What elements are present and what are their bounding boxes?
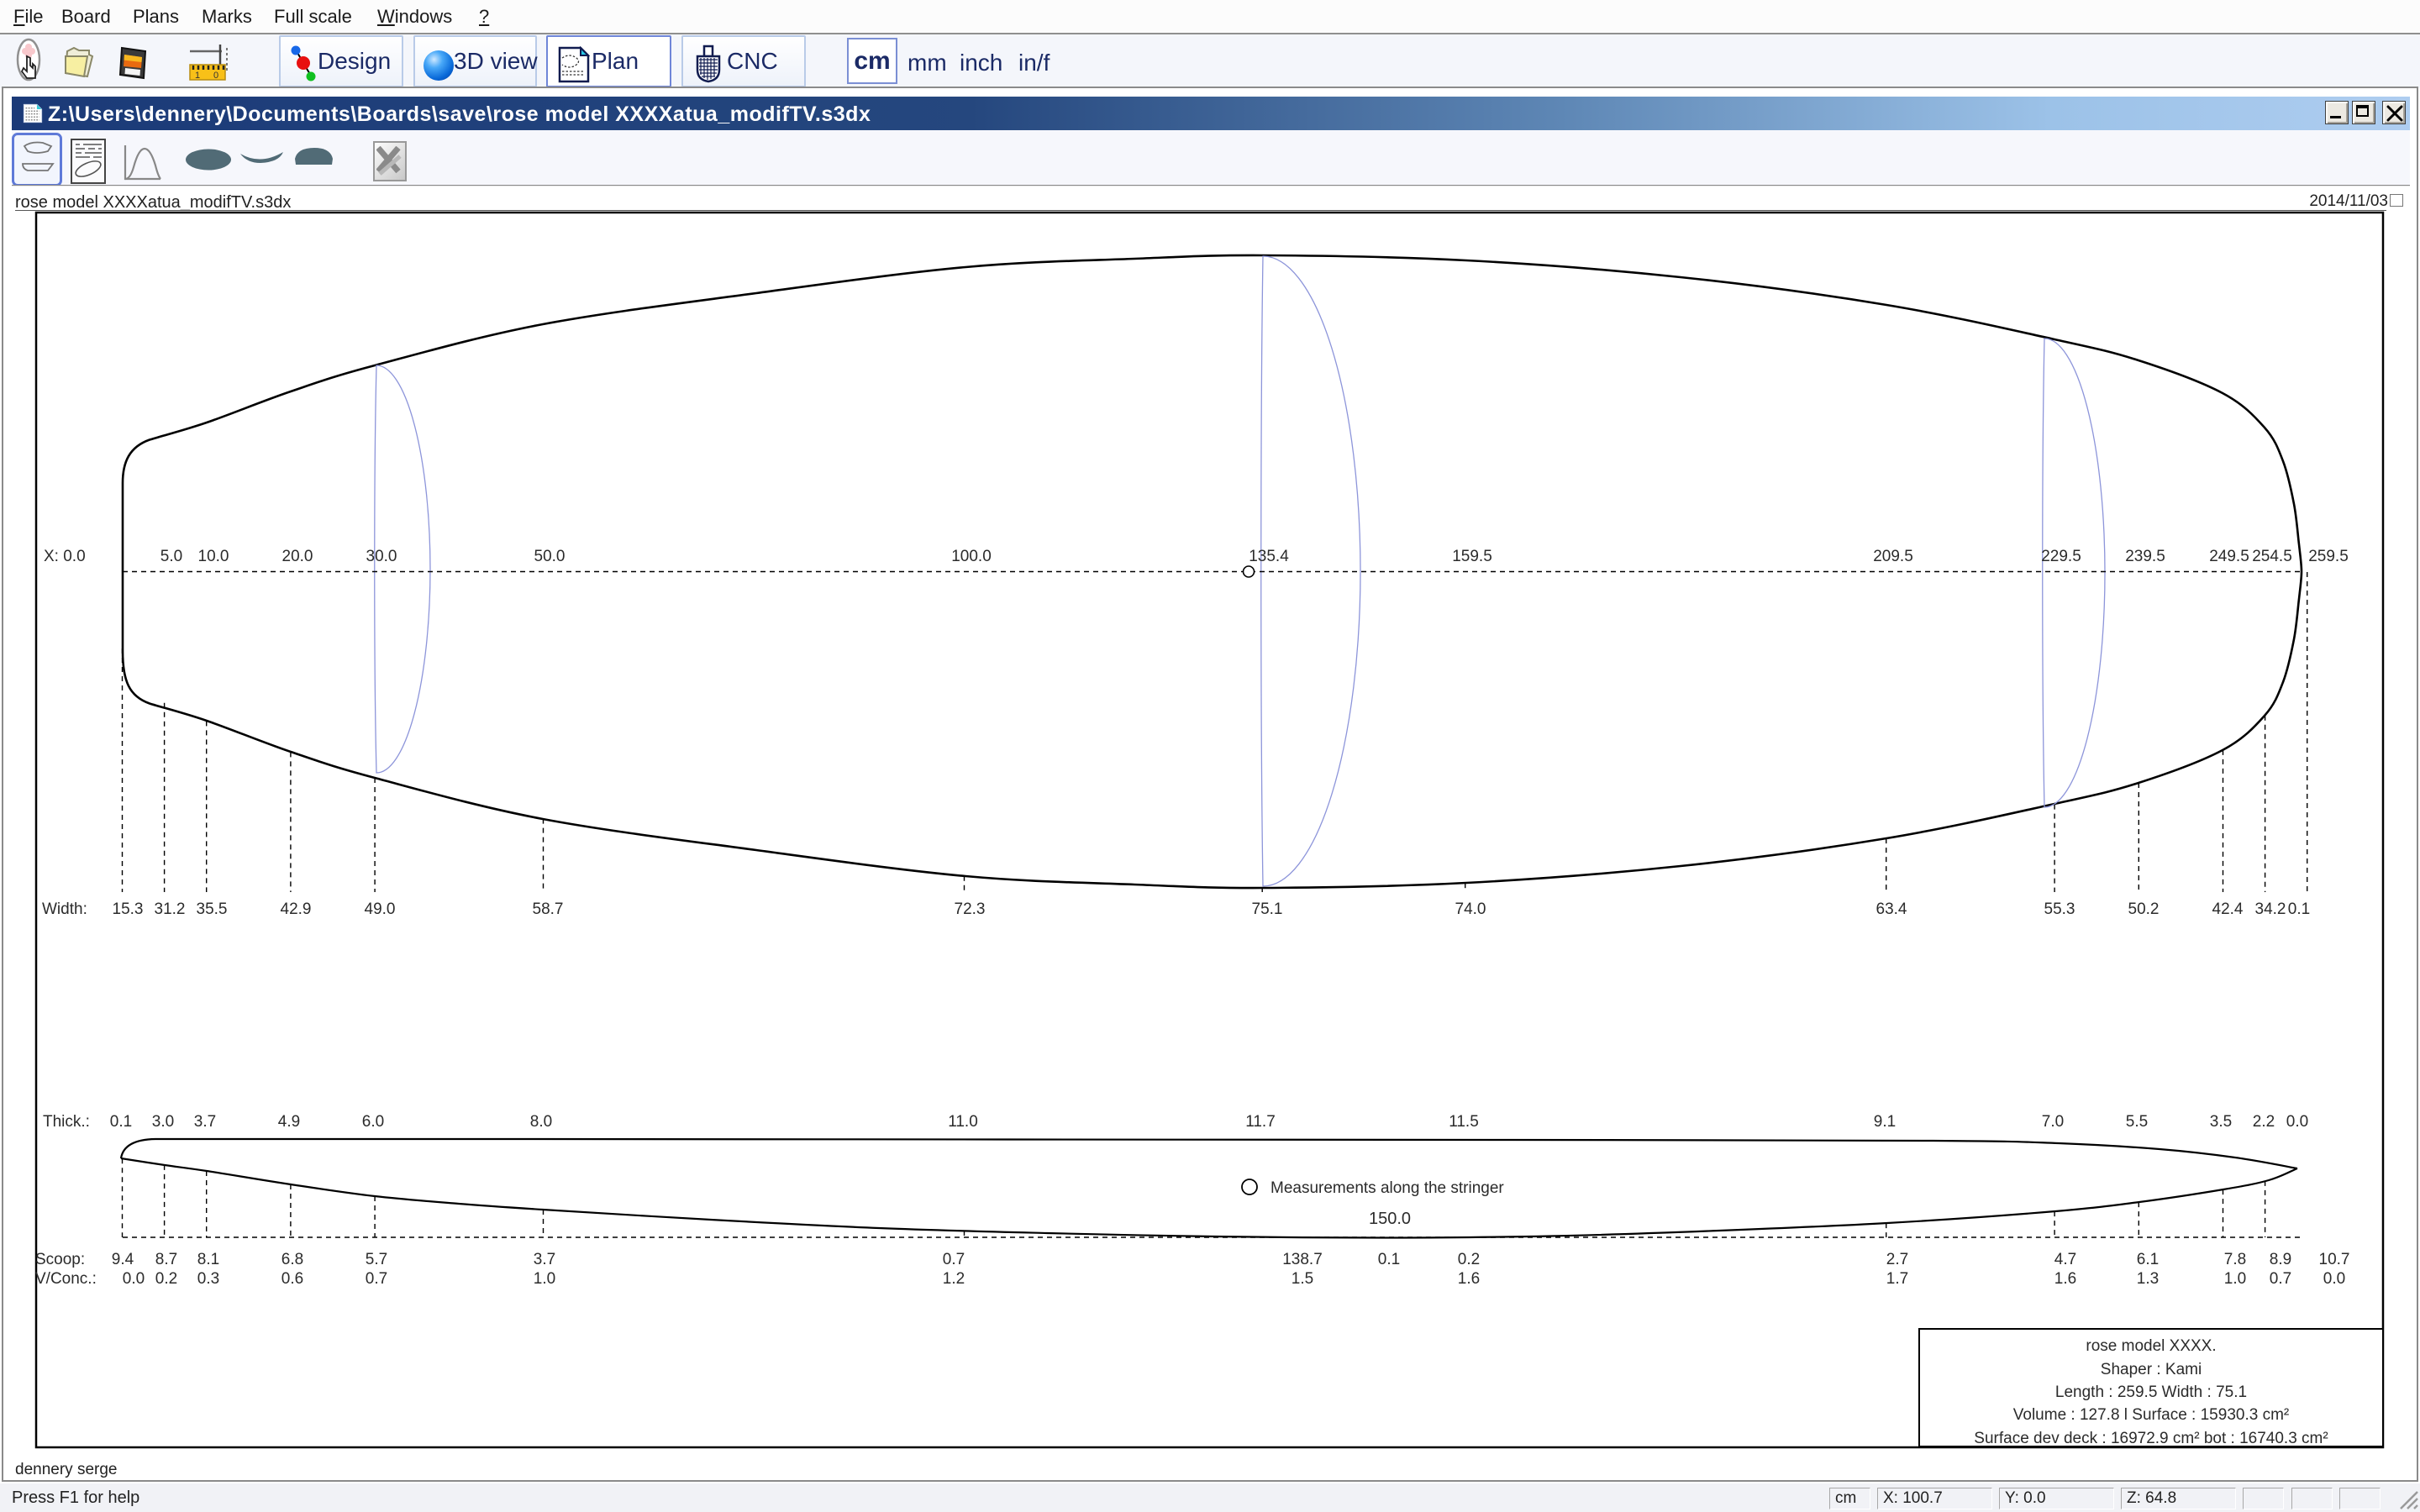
svg-text:1.6: 1.6	[2054, 1270, 2076, 1288]
svg-text:Width:: Width:	[42, 900, 87, 918]
svg-text:7.8: 7.8	[2224, 1251, 2246, 1268]
svg-text:138.7: 138.7	[1282, 1251, 1323, 1268]
svg-text:0.2: 0.2	[1458, 1251, 1480, 1268]
svg-text:Scoop:: Scoop:	[35, 1251, 85, 1268]
svg-text:11.5: 11.5	[1449, 1113, 1479, 1131]
svg-text:8.7: 8.7	[155, 1251, 177, 1268]
svg-text:42.9: 42.9	[281, 900, 312, 918]
svg-text:100.0: 100.0	[951, 548, 992, 565]
svg-text:0.1: 0.1	[2288, 900, 2310, 918]
svg-text:0.2: 0.2	[155, 1270, 177, 1288]
svg-text:0.7: 0.7	[2270, 1270, 2291, 1288]
svg-text:3.0: 3.0	[152, 1113, 174, 1131]
svg-text:34.2: 34.2	[2255, 900, 2286, 918]
svg-text:159.5: 159.5	[1452, 548, 1492, 565]
svg-text:Measurements along the stringe: Measurements along the stringer	[1270, 1179, 1504, 1197]
svg-text:6.1: 6.1	[2137, 1251, 2159, 1268]
svg-text:0.0: 0.0	[2286, 1113, 2308, 1131]
svg-text:1.5: 1.5	[1292, 1270, 1313, 1288]
svg-text:30.0: 30.0	[366, 548, 397, 565]
svg-text:35.5: 35.5	[197, 900, 228, 918]
svg-text:75.1: 75.1	[1252, 900, 1283, 918]
svg-text:7.0: 7.0	[2042, 1113, 2064, 1131]
svg-text:5.5: 5.5	[2126, 1113, 2148, 1131]
svg-text:239.5: 239.5	[2125, 548, 2165, 565]
svg-text:1.7: 1.7	[1886, 1270, 1908, 1288]
svg-text:3.7: 3.7	[534, 1251, 555, 1268]
svg-text:2.7: 2.7	[1886, 1251, 1908, 1268]
svg-text:2.2: 2.2	[2253, 1113, 2275, 1131]
svg-text:Volume : 127.8 l Surface : 15: Volume : 127.8 l Surface : 15930.3 cm²	[2013, 1406, 2289, 1424]
svg-text:1.0: 1.0	[2224, 1270, 2246, 1288]
svg-text:3.5: 3.5	[2210, 1113, 2232, 1131]
svg-text:55.3: 55.3	[2044, 900, 2075, 918]
svg-text:10.0: 10.0	[198, 548, 229, 565]
svg-text:135.4: 135.4	[1249, 548, 1289, 565]
svg-text:4.9: 4.9	[278, 1113, 300, 1131]
svg-text:50.2: 50.2	[2128, 900, 2160, 918]
svg-text:11.0: 11.0	[948, 1113, 978, 1131]
svg-text:259.5: 259.5	[2308, 548, 2349, 565]
svg-text:8.1: 8.1	[197, 1251, 219, 1268]
svg-text:49.0: 49.0	[365, 900, 396, 918]
svg-text:11.7: 11.7	[1245, 1113, 1276, 1131]
svg-text:209.5: 209.5	[1873, 548, 1913, 565]
svg-text:Surface dev deck : 16972.9 cm²: Surface dev deck : 16972.9 cm² bot : 167…	[1974, 1430, 2328, 1447]
svg-text:8.9: 8.9	[2270, 1251, 2291, 1268]
svg-text:5.0: 5.0	[160, 548, 182, 565]
svg-text:rose model XXXX.: rose model XXXX.	[2086, 1337, 2216, 1355]
svg-text:9.4: 9.4	[112, 1251, 134, 1268]
svg-text:0.0: 0.0	[2323, 1270, 2345, 1288]
svg-text:15.3: 15.3	[113, 900, 144, 918]
svg-text:0.7: 0.7	[943, 1251, 965, 1268]
svg-text:63.4: 63.4	[1876, 900, 1907, 918]
svg-text:254.5: 254.5	[2252, 548, 2292, 565]
svg-text:6.0: 6.0	[362, 1113, 384, 1131]
svg-text:5.7: 5.7	[366, 1251, 387, 1268]
svg-text:9.1: 9.1	[1874, 1113, 1896, 1131]
svg-text:V/Conc.:: V/Conc.:	[35, 1270, 97, 1288]
svg-text:1.0: 1.0	[534, 1270, 555, 1288]
svg-text:31.2: 31.2	[155, 900, 186, 918]
svg-text:8.0: 8.0	[530, 1113, 552, 1131]
svg-text:1.6: 1.6	[1458, 1270, 1480, 1288]
svg-text:20.0: 20.0	[282, 548, 313, 565]
svg-text:229.5: 229.5	[2041, 548, 2081, 565]
svg-text:0.6: 0.6	[281, 1270, 303, 1288]
svg-text:10.7: 10.7	[2319, 1251, 2350, 1268]
svg-text:1.2: 1.2	[943, 1270, 965, 1288]
svg-text:Thick.:: Thick.:	[43, 1113, 90, 1131]
svg-text:0.3: 0.3	[197, 1270, 219, 1288]
svg-text:72.3: 72.3	[955, 900, 986, 918]
svg-text:150.0: 150.0	[1369, 1210, 1411, 1228]
svg-text:249.5: 249.5	[2209, 548, 2249, 565]
svg-text:Shaper : Kami: Shaper : Kami	[2101, 1361, 2202, 1378]
svg-text:4.7: 4.7	[2054, 1251, 2076, 1268]
svg-text:Length : 259.5 Width : 75.1: Length : 259.5 Width : 75.1	[2055, 1383, 2247, 1401]
svg-text:3.7: 3.7	[194, 1113, 216, 1131]
svg-text:0.1: 0.1	[1378, 1251, 1400, 1268]
svg-text:0.1: 0.1	[110, 1113, 132, 1131]
svg-text:0.0: 0.0	[123, 1270, 145, 1288]
svg-text:74.0: 74.0	[1455, 900, 1486, 918]
svg-text:0.7: 0.7	[366, 1270, 387, 1288]
svg-text:1.3: 1.3	[2137, 1270, 2159, 1288]
svg-text:58.7: 58.7	[533, 900, 564, 918]
svg-text:6.8: 6.8	[281, 1251, 303, 1268]
svg-text:50.0: 50.0	[534, 548, 566, 565]
svg-text:42.4: 42.4	[2212, 900, 2244, 918]
svg-text:X: 0.0: X: 0.0	[44, 548, 86, 565]
